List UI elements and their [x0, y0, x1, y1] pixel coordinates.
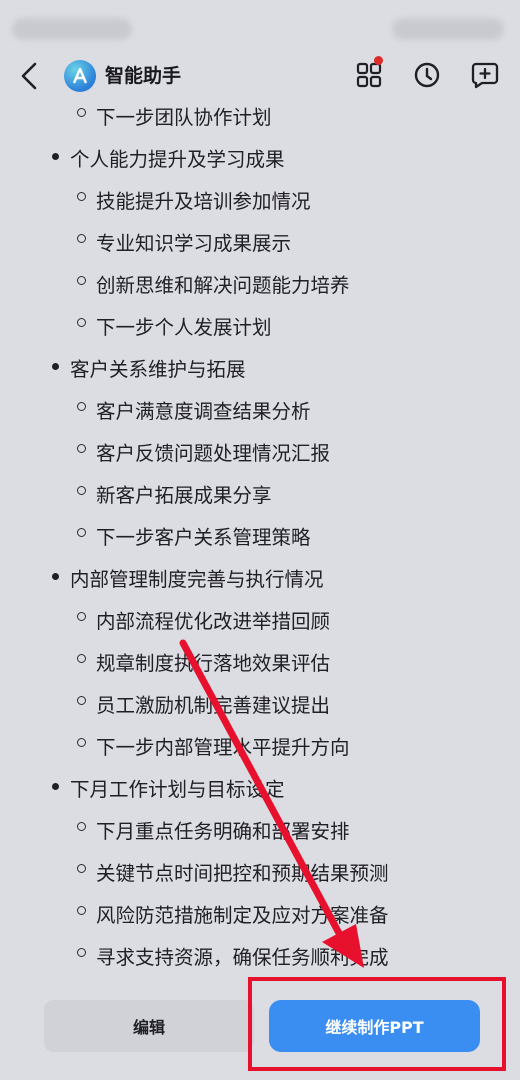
status-bar-blurred-left [12, 18, 132, 40]
edit-button[interactable]: 编辑 [44, 1000, 254, 1052]
status-bar-blurred-right [392, 18, 504, 40]
watermark [298, 150, 306, 163]
new-chat-icon[interactable] [469, 59, 501, 91]
annotation-highlight-box [248, 977, 506, 1071]
page-title: 智能助手 [105, 65, 182, 87]
status-bar [0, 0, 520, 48]
app-header: 智能助手 [0, 48, 520, 104]
outline-content: 下一步团队协作计划 个人能力提升及学习成果 技能提升及培训参加情况 专业知识学习… [0, 100, 520, 980]
back-arrow-icon[interactable] [14, 58, 48, 94]
history-clock-icon[interactable] [411, 59, 443, 91]
notification-dot [374, 56, 383, 65]
assistant-logo-icon [64, 60, 96, 92]
